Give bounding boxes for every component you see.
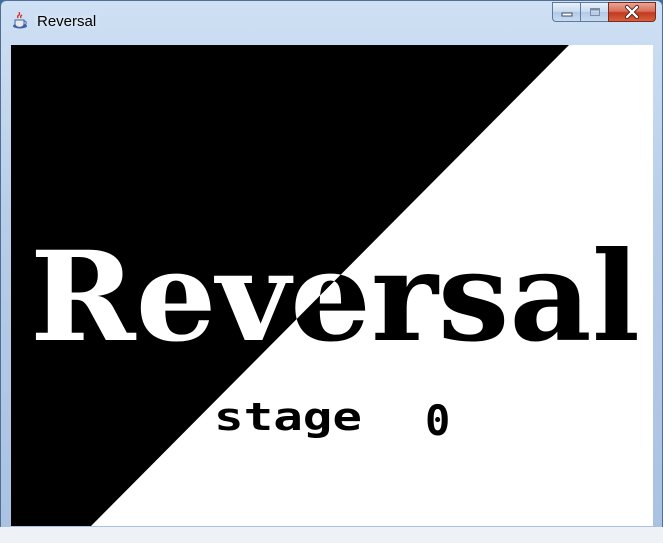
maximize-button[interactable] xyxy=(580,2,608,22)
minimize-icon xyxy=(561,12,572,17)
game-canvas[interactable]: Reversal Reversal stage stage 0 xyxy=(11,45,653,526)
caption-buttons xyxy=(552,2,656,30)
title-screen: Reversal Reversal stage stage 0 xyxy=(11,45,653,526)
app-window: Reversal Reversal stage 0 xyxy=(0,0,663,543)
title-bar[interactable]: Reversal xyxy=(1,1,662,41)
minimize-button[interactable] xyxy=(552,2,580,22)
desktop-behind xyxy=(0,527,663,543)
maximize-icon xyxy=(589,8,600,16)
java-cup-icon xyxy=(12,11,30,30)
stage-number: 0 xyxy=(425,396,450,445)
close-icon xyxy=(625,5,639,19)
stage-label-dark: stage xyxy=(214,395,362,439)
window-title: Reversal xyxy=(37,13,97,30)
close-button[interactable] xyxy=(608,2,656,22)
